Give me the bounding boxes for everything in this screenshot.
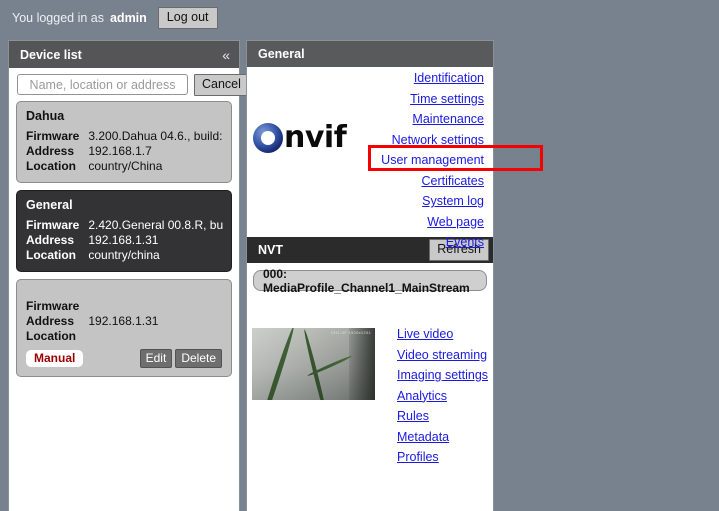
detail-row-firmware: Firmware (26, 299, 158, 314)
nvt-section-title: NVT (258, 243, 283, 257)
firmware-value: 2.420.General 00.8.R, build: 2 (88, 217, 224, 232)
detail-row-firmware: Firmware 2.420.General 00.8.R, build: 2 (26, 218, 223, 233)
link-analytics[interactable]: Analytics (397, 389, 447, 403)
address-label: Address (26, 143, 75, 158)
main-panel: General nvif Identification Time setting… (246, 40, 494, 511)
location-value (88, 329, 158, 344)
link-user-management[interactable]: User management (381, 154, 484, 167)
device-name: General (26, 197, 73, 212)
onvif-wordmark: nvif (284, 120, 347, 155)
address-label: Address (26, 232, 75, 247)
search-input[interactable] (17, 74, 188, 96)
cancel-button[interactable]: Cancel (194, 74, 249, 96)
link-network-settings[interactable]: Network settings (392, 133, 484, 147)
nvt-links-list: Live video Video streaming Imaging setti… (397, 328, 488, 472)
location-label: Location (26, 247, 76, 262)
general-section-header: General (247, 41, 493, 67)
logout-button[interactable]: Log out (157, 7, 218, 29)
general-links-list: Identification Time settings Maintenance… (381, 72, 484, 257)
edit-button[interactable]: Edit (139, 348, 173, 368)
link-video-streaming[interactable]: Video streaming (397, 348, 487, 362)
link-rules[interactable]: Rules (397, 410, 429, 423)
detail-row-location: Location country/china (26, 248, 223, 263)
link-live-video[interactable]: Live video (397, 328, 453, 341)
device-list-title: Device list (20, 47, 82, 62)
device-details-table: Firmware Address 192.168.1.31 Location (26, 299, 158, 344)
device-search-row: Cancel (9, 68, 249, 101)
device-card-manual[interactable]: Firmware Address 192.168.1.31 Location M… (16, 278, 232, 377)
device-details-table: Firmware 2.420.General 00.8.R, build: 2 … (26, 218, 223, 263)
location-value: country/china (88, 247, 160, 262)
link-time-settings[interactable]: Time settings (410, 92, 484, 106)
onvif-logo: nvif (253, 120, 347, 155)
nvt-section-body: 000: MediaProfile_Channel1_MainStream CH… (247, 267, 493, 485)
location-label: Location (26, 158, 76, 173)
address-value: 192.168.1.31 (88, 313, 159, 328)
location-label: Location (26, 328, 76, 343)
device-details-table: Firmware 3.200.Dahua 04.6., build: 201 A… (26, 129, 223, 174)
link-maintenance[interactable]: Maintenance (412, 113, 484, 126)
detail-row-location: Location country/China (26, 159, 223, 174)
device-card-footer: Manual Edit Delete (26, 348, 222, 368)
link-imaging-settings[interactable]: Imaging settings (397, 369, 488, 382)
video-preview-thumbnail[interactable]: CH1-SF 1920x1251 (252, 328, 375, 400)
detail-row-firmware: Firmware 3.200.Dahua 04.6., build: 201 (26, 129, 223, 144)
location-value: country/China (88, 158, 163, 173)
link-web-page[interactable]: Web page (427, 215, 484, 229)
device-card-general[interactable]: General Firmware 2.420.General 00.8.R, b… (16, 189, 232, 272)
onvif-o-ring-icon (253, 123, 283, 153)
firmware-label: Firmware (26, 298, 80, 313)
device-card-actions: Edit Delete (139, 348, 222, 368)
link-identification[interactable]: Identification (414, 72, 484, 85)
address-label: Address (26, 313, 75, 328)
device-list-panel: Device list « Cancel Dahua Firmware 3.20… (8, 40, 249, 511)
firmware-label: Firmware (26, 217, 80, 232)
link-certificates[interactable]: Certificates (421, 174, 484, 188)
collapse-chevron-icon[interactable]: « (222, 48, 230, 62)
logged-in-username: admin (109, 11, 147, 25)
detail-row-location: Location (26, 329, 158, 344)
device-list-header: Device list « (9, 41, 239, 68)
link-profiles[interactable]: Profiles (397, 451, 439, 464)
link-events[interactable]: Events (446, 236, 484, 249)
device-card-dahua[interactable]: Dahua Firmware 3.200.Dahua 04.6., build:… (16, 100, 232, 183)
link-system-log[interactable]: System log (422, 195, 484, 208)
delete-button[interactable]: Delete (175, 348, 222, 368)
status-badge: Manual (26, 349, 84, 367)
detail-row-address: Address 192.168.1.31 (26, 314, 158, 329)
detail-row-address: Address 192.168.1.7 (26, 144, 223, 159)
detail-row-address: Address 192.168.1.31 (26, 233, 223, 248)
video-osd-text: CH1-SF 1920x1251 (330, 330, 371, 335)
login-status-text: You logged in as (12, 11, 104, 25)
address-value: 192.168.1.31 (88, 232, 159, 247)
media-profile-selector[interactable]: 000: MediaProfile_Channel1_MainStream (253, 267, 487, 295)
firmware-value (88, 299, 158, 314)
top-bar: You logged in as admin Log out (0, 0, 719, 36)
video-shadow-overlay (349, 328, 375, 400)
general-section-body: nvif Identification Time settings Mainte… (247, 67, 493, 248)
link-metadata[interactable]: Metadata (397, 430, 449, 444)
device-name (26, 287, 222, 299)
device-name: Dahua (26, 108, 65, 123)
address-value: 192.168.1.7 (88, 143, 152, 158)
general-section-title: General (258, 47, 305, 61)
firmware-value: 3.200.Dahua 04.6., build: 201 (88, 128, 223, 143)
firmware-label: Firmware (26, 128, 80, 143)
